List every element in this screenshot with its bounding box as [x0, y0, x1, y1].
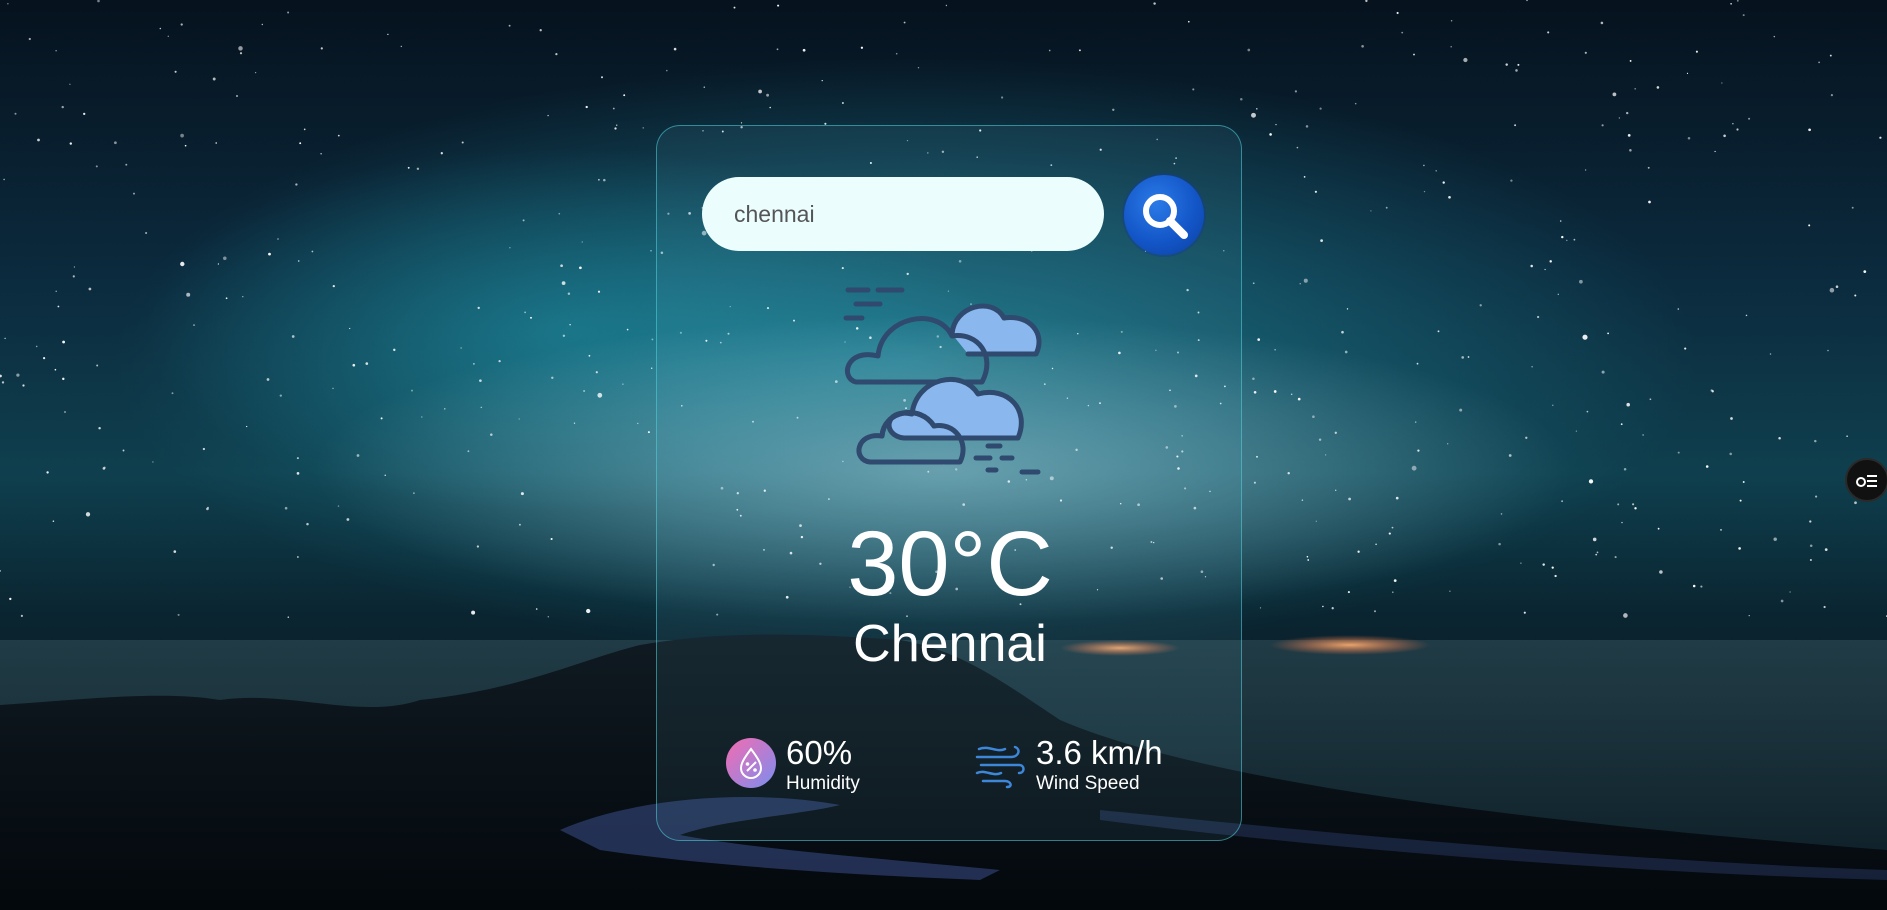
temperature: 30°C — [847, 513, 1053, 615]
clouds-icon — [843, 287, 1042, 475]
wind-icon — [975, 745, 1025, 789]
weather-card: 30°C Chennai 60% Humidity — [656, 125, 1242, 841]
search-icon — [1143, 194, 1188, 239]
menu-toggle-icon — [1856, 475, 1877, 487]
wind-label: Wind Speed — [1036, 773, 1140, 794]
humidity-value: 60% — [786, 734, 853, 771]
search-bar[interactable] — [702, 177, 1104, 251]
city-name: Chennai — [853, 615, 1047, 673]
humidity-label: Humidity — [786, 773, 860, 794]
search-input[interactable] — [732, 199, 1074, 229]
side-toggle-button[interactable] — [1845, 458, 1887, 502]
humidity-icon — [726, 738, 776, 788]
wind-value: 3.6 km/h — [1036, 734, 1163, 771]
search-button[interactable] — [1124, 175, 1204, 255]
